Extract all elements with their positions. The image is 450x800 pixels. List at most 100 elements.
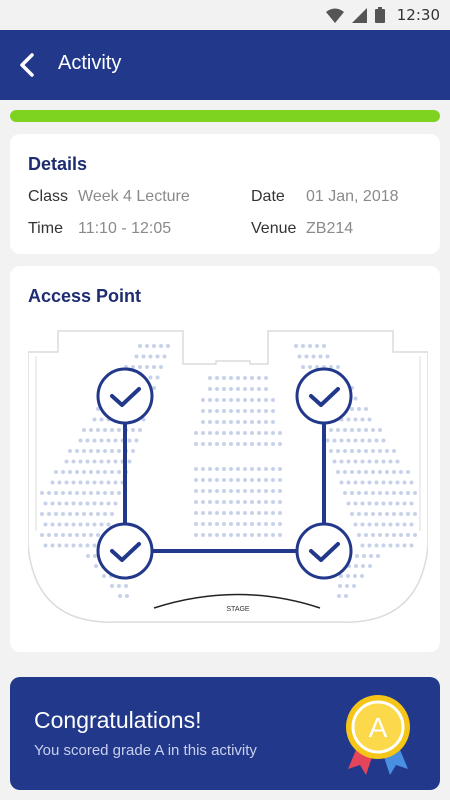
seat-dot xyxy=(85,501,90,506)
seat-dot xyxy=(127,459,132,464)
seat-dot xyxy=(75,449,79,453)
seat-dot xyxy=(68,491,72,495)
seat-dot xyxy=(381,438,386,443)
seat-dot xyxy=(92,501,97,506)
seat-dot xyxy=(117,449,121,453)
seat-dot xyxy=(215,398,219,402)
checkpoint-top-left[interactable] xyxy=(96,367,154,425)
seat-dot xyxy=(68,449,72,453)
seat-dot xyxy=(236,387,240,391)
seat-dot xyxy=(271,398,275,402)
venue-row: Venue xyxy=(251,220,296,238)
seat-dot xyxy=(57,543,62,548)
seat-dot xyxy=(78,522,83,527)
seat-dot xyxy=(194,431,198,435)
seat-dot xyxy=(381,459,386,464)
seat-dot xyxy=(229,522,233,526)
time-row: Time xyxy=(28,220,63,238)
seat-dot xyxy=(138,344,142,348)
seat-dot xyxy=(236,398,240,402)
seat-dot xyxy=(159,365,163,369)
seat-dot xyxy=(409,543,414,548)
seat-dot xyxy=(201,409,205,413)
seat-dot xyxy=(99,417,104,422)
seat-dot xyxy=(374,501,379,506)
seat-dot xyxy=(364,491,368,495)
seat-dot xyxy=(222,376,226,380)
seat-dot xyxy=(61,470,65,474)
seat-dot xyxy=(360,438,365,443)
seat-dot xyxy=(271,431,275,435)
seat-dot xyxy=(250,489,254,493)
seat-dot xyxy=(155,375,160,380)
seat-dot xyxy=(388,522,393,527)
seat-dot xyxy=(357,470,361,474)
seat-dot xyxy=(50,522,55,527)
seat-dot xyxy=(89,512,93,516)
seat-dot xyxy=(385,449,389,453)
seat-dot xyxy=(229,533,233,537)
seat-dot xyxy=(222,467,226,471)
seat-dot xyxy=(194,478,198,482)
seat-dot xyxy=(364,470,368,474)
checkpoint-bottom-right[interactable] xyxy=(295,522,353,580)
seat-dot xyxy=(85,522,90,527)
time-label: Time xyxy=(28,220,63,237)
seat-dot xyxy=(236,500,240,504)
date-value: 01 Jan, 2018 xyxy=(306,188,399,205)
seat-dot xyxy=(71,459,76,464)
seat-dot xyxy=(222,409,226,413)
seat-dot xyxy=(374,543,379,548)
seat-dot xyxy=(385,512,389,516)
seat-dot xyxy=(250,409,254,413)
seat-dot xyxy=(371,449,375,453)
seat-dot xyxy=(278,442,282,446)
seat-dot xyxy=(346,417,351,422)
seat-dot xyxy=(406,533,410,537)
seat-dot xyxy=(113,480,118,485)
seat-dot xyxy=(395,543,400,548)
seat-dot xyxy=(392,533,396,537)
seat-dot xyxy=(78,543,83,548)
seat-dot xyxy=(243,431,247,435)
seat-dot xyxy=(250,511,254,515)
seat-dot xyxy=(236,442,240,446)
seat-dot xyxy=(194,511,198,515)
seat-dot xyxy=(103,491,107,495)
seat-dot xyxy=(215,387,219,391)
back-arrow-icon[interactable] xyxy=(14,50,44,80)
seat-dot xyxy=(89,428,93,432)
checkpoint-top-right[interactable] xyxy=(295,367,353,425)
seat-dot xyxy=(264,398,268,402)
seat-dot xyxy=(385,533,389,537)
seat-dot xyxy=(110,584,114,588)
seat-dot xyxy=(367,438,372,443)
seat-dot xyxy=(236,420,240,424)
seat-dot xyxy=(350,407,354,411)
seat-dot xyxy=(208,398,212,402)
seat-dot xyxy=(257,387,261,391)
seat-dot xyxy=(250,500,254,504)
seat-dot xyxy=(409,480,414,485)
seat-dot xyxy=(208,533,212,537)
seat-dot xyxy=(264,376,268,380)
seat-dot xyxy=(113,501,118,506)
seat-dot xyxy=(110,491,114,495)
seat-dot xyxy=(64,522,69,527)
seat-dot xyxy=(94,564,98,568)
seat-dot xyxy=(395,459,400,464)
checkpoint-bottom-left[interactable] xyxy=(96,522,154,580)
seat-dot xyxy=(243,442,247,446)
seat-dot xyxy=(402,480,407,485)
seat-dot xyxy=(357,491,361,495)
seat-dot xyxy=(395,480,400,485)
seat-dot xyxy=(374,480,379,485)
seat-dot xyxy=(264,489,268,493)
seat-dot xyxy=(343,449,347,453)
seat-dot xyxy=(355,554,359,558)
seat-dot xyxy=(364,428,368,432)
seat-dot xyxy=(374,459,379,464)
seat-dot xyxy=(250,467,254,471)
seat-dot xyxy=(250,376,254,380)
seat-dot xyxy=(406,512,410,516)
